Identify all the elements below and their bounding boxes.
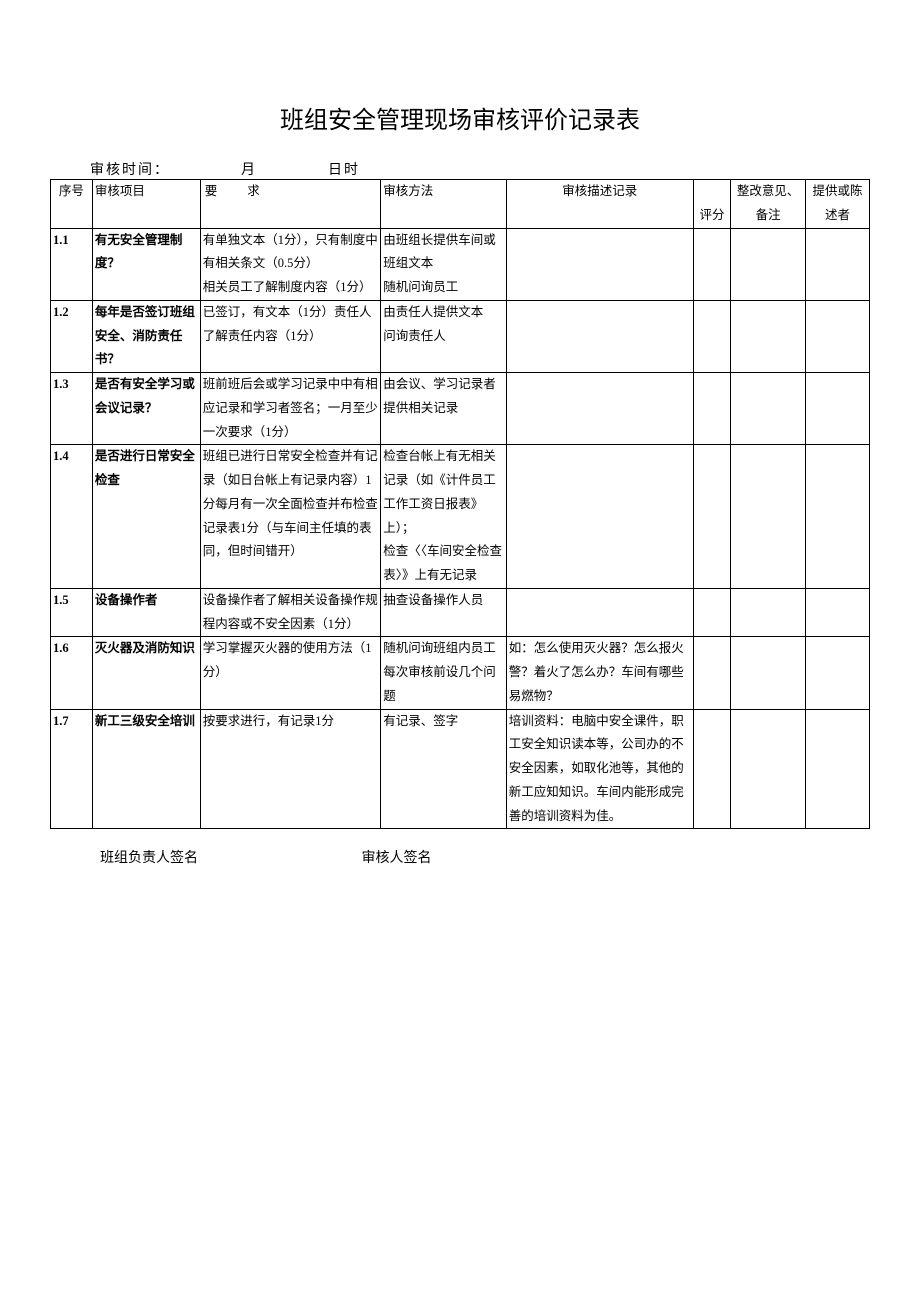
cell-num: 1.2 xyxy=(51,300,93,372)
audit-time-day-label: 日时 xyxy=(328,163,360,178)
cell-method: 由责任人提供文本问询责任人 xyxy=(381,300,506,372)
cell-method: 随机问询班组内员工每次审核前设几个问题 xyxy=(381,637,506,709)
cell-provider xyxy=(806,637,870,709)
cell-req: 班组已进行日常安全检查并有记录（如日台帐上有记录内容）1分每月有一次全面检查并布… xyxy=(200,445,381,589)
table-row: 1.6 灭火器及消防知识 学习掌握灭火器的使用方法（1分） 随机问询班组内员工每… xyxy=(51,637,870,709)
cell-req: 班前班后会或学习记录中中有相应记录和学习者签名；一月至少一次要求（1分） xyxy=(200,373,381,445)
cell-desc xyxy=(506,228,693,300)
cell-score xyxy=(693,588,730,637)
sign-right: 审核人签名 xyxy=(362,847,432,867)
cell-score xyxy=(693,445,730,589)
sign-left: 班组负责人签名 xyxy=(100,847,198,867)
cell-score xyxy=(693,373,730,445)
table-row: 1.7 新工三级安全培训 按要求进行，有记录1分 有记录、签字 培训资料：电脑中… xyxy=(51,709,870,829)
cell-desc xyxy=(506,373,693,445)
cell-method: 由班组长提供车间或班组文本随机问询员工 xyxy=(381,228,506,300)
cell-desc: 培训资料：电脑中安全课件，职工安全知识读本等，公司办的不安全因素，如取化池等，其… xyxy=(506,709,693,829)
header-item: 审核项目 xyxy=(92,180,200,229)
header-remark: 整改意见、备注 xyxy=(731,180,806,229)
audit-time-month-label: 月 xyxy=(241,163,257,178)
cell-item: 每年是否签订班组安全、消防责任书？ xyxy=(92,300,200,372)
header-req: 要求 xyxy=(200,180,381,229)
cell-req: 设备操作者了解相关设备操作规程内容或不安全因素（1分） xyxy=(200,588,381,637)
cell-desc xyxy=(506,445,693,589)
cell-remark xyxy=(731,637,806,709)
cell-num: 1.5 xyxy=(51,588,93,637)
cell-remark xyxy=(731,445,806,589)
cell-item: 有无安全管理制度？ xyxy=(92,228,200,300)
header-desc: 审核描述记录 xyxy=(506,180,693,229)
table-row: 1.5 设备操作者 设备操作者了解相关设备操作规程内容或不安全因素（1分） 抽查… xyxy=(51,588,870,637)
cell-remark xyxy=(731,373,806,445)
cell-score xyxy=(693,637,730,709)
cell-desc xyxy=(506,300,693,372)
signature-line: 班组负责人签名 审核人签名 xyxy=(50,847,870,867)
cell-desc xyxy=(506,588,693,637)
cell-provider xyxy=(806,228,870,300)
cell-req: 已签订，有文本（1分）责任人了解责任内容（1分） xyxy=(200,300,381,372)
cell-provider xyxy=(806,300,870,372)
cell-method: 抽查设备操作人员 xyxy=(381,588,506,637)
table-row: 1.3 是否有安全学习或会议记录？ 班前班后会或学习记录中中有相应记录和学习者签… xyxy=(51,373,870,445)
table-row: 1.1 有无安全管理制度？ 有单独文本（1分），只有制度中有相关条文（0.5分）… xyxy=(51,228,870,300)
cell-method: 检查台帐上有无相关记录（如《计件员工工作工资日报表》上）；检查〈〈车间安全检查表… xyxy=(381,445,506,589)
cell-method: 由会议、学习记录者提供相关记录 xyxy=(381,373,506,445)
cell-remark xyxy=(731,300,806,372)
cell-req: 学习掌握灭火器的使用方法（1分） xyxy=(200,637,381,709)
header-num: 序号 xyxy=(51,180,93,229)
cell-item: 是否进行日常安全检查 xyxy=(92,445,200,589)
document-title: 班组安全管理现场审核评价记录表 xyxy=(50,100,870,135)
table-row: 1.2 每年是否签订班组安全、消防责任书？ 已签订，有文本（1分）责任人了解责任… xyxy=(51,300,870,372)
audit-table: 序号 审核项目 要求 审核方法 审核描述记录 评分 整改意见、备注 提供或陈述者… xyxy=(50,179,870,829)
cell-item: 是否有安全学习或会议记录？ xyxy=(92,373,200,445)
cell-provider xyxy=(806,373,870,445)
cell-req: 按要求进行，有记录1分 xyxy=(200,709,381,829)
cell-remark xyxy=(731,588,806,637)
cell-num: 1.3 xyxy=(51,373,93,445)
cell-score xyxy=(693,709,730,829)
header-method: 审核方法 xyxy=(381,180,506,229)
table-body: 1.1 有无安全管理制度？ 有单独文本（1分），只有制度中有相关条文（0.5分）… xyxy=(51,228,870,829)
cell-method: 有记录、签字 xyxy=(381,709,506,829)
cell-item: 设备操作者 xyxy=(92,588,200,637)
cell-num: 1.7 xyxy=(51,709,93,829)
cell-num: 1.4 xyxy=(51,445,93,589)
audit-time-line: 审核时间： 月 日时 xyxy=(90,159,870,179)
cell-remark xyxy=(731,709,806,829)
cell-provider xyxy=(806,445,870,589)
cell-item: 灭火器及消防知识 xyxy=(92,637,200,709)
audit-time-label: 审核时间： xyxy=(90,163,170,178)
cell-num: 1.6 xyxy=(51,637,93,709)
cell-num: 1.1 xyxy=(51,228,93,300)
cell-score xyxy=(693,300,730,372)
cell-provider xyxy=(806,588,870,637)
cell-item: 新工三级安全培训 xyxy=(92,709,200,829)
cell-req: 有单独文本（1分），只有制度中有相关条文（0.5分）相关员工了解制度内容（1分） xyxy=(200,228,381,300)
cell-remark xyxy=(731,228,806,300)
table-row: 1.4 是否进行日常安全检查 班组已进行日常安全检查并有记录（如日台帐上有记录内… xyxy=(51,445,870,589)
header-provider: 提供或陈述者 xyxy=(806,180,870,229)
header-score: 评分 xyxy=(693,180,730,229)
table-header-row: 序号 审核项目 要求 审核方法 审核描述记录 评分 整改意见、备注 提供或陈述者 xyxy=(51,180,870,229)
cell-provider xyxy=(806,709,870,829)
cell-desc: 如：怎么使用灭火器？怎么报火警？着火了怎么办？车间有哪些易燃物？ xyxy=(506,637,693,709)
cell-score xyxy=(693,228,730,300)
